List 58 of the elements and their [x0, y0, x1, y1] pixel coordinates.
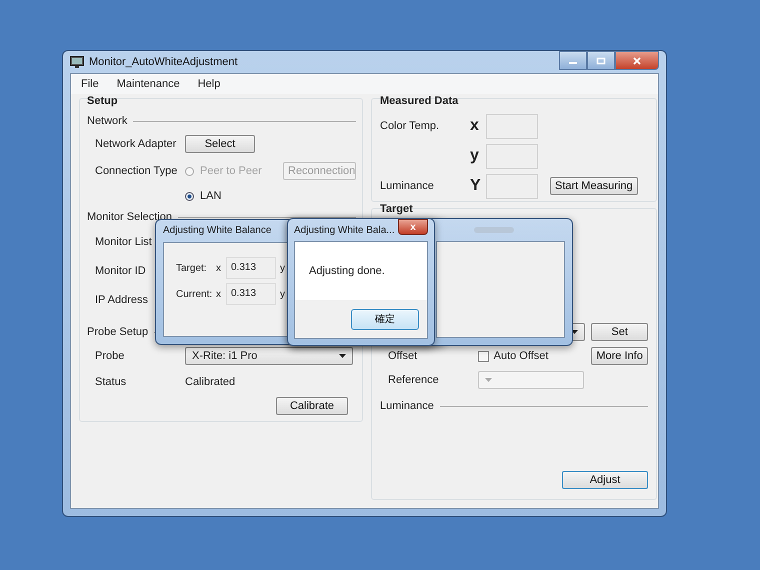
group-title: Measured Data	[380, 95, 460, 109]
message-text: Adjusting done.	[309, 265, 385, 277]
ok-button[interactable]: 確定	[351, 308, 419, 330]
calibrate-button[interactable]: Calibrate	[276, 397, 348, 415]
adjust-button[interactable]: Adjust	[562, 471, 648, 489]
axis-label: x	[470, 117, 480, 135]
menu-item[interactable]: Help	[198, 78, 220, 90]
caret-icon	[485, 378, 492, 382]
dropdown-value: X-Rite: i1 Pro	[192, 350, 258, 362]
field-label: Color Temp.	[380, 120, 440, 132]
select-button[interactable]: Select	[185, 135, 255, 153]
start-measuring-button[interactable]: Start Measuring	[550, 177, 638, 195]
field-label: Reference	[387, 374, 440, 386]
window-title: Monitor_AutoWhiteAdjustment	[89, 56, 238, 68]
dialog-title: Adjusting White Balance	[163, 224, 272, 238]
field-label: Offset	[387, 350, 418, 362]
value-field: 0.313	[226, 257, 276, 279]
auto-offset-checkbox[interactable]: Auto Offset	[478, 350, 584, 362]
maximize-button[interactable]	[587, 51, 615, 70]
axis-label: y	[280, 262, 285, 274]
field-label: Connection Type	[94, 165, 178, 177]
set-button[interactable]: Set	[591, 323, 648, 341]
probe-dropdown[interactable]: X-Rite: i1 Pro	[185, 347, 353, 365]
minimize-button[interactable]	[559, 51, 587, 70]
menu-item[interactable]: Maintenance	[116, 78, 180, 90]
field-label: Status	[94, 376, 128, 388]
axis-label: x	[216, 288, 222, 300]
section-title: Probe Setup	[87, 326, 148, 338]
section-title: Network	[87, 115, 128, 127]
close-button[interactable]	[615, 51, 659, 70]
value-field: 0.313	[226, 283, 276, 305]
monitor-icon	[70, 56, 84, 68]
field-label: Monitor List	[94, 236, 153, 248]
value-field[interactable]	[486, 114, 538, 138]
field-label: Probe	[94, 350, 126, 362]
section-title: Luminance	[380, 400, 434, 412]
value-field[interactable]	[486, 144, 538, 168]
field-label: Network Adapter	[94, 138, 178, 150]
status-value: Calibrated	[185, 376, 236, 388]
dialog-title: Adjusting White Bala...	[294, 224, 395, 236]
field-label: Target:	[176, 262, 208, 274]
close-icon	[632, 56, 642, 64]
menu-item[interactable]: File	[81, 78, 99, 90]
axis-label: x	[216, 262, 222, 274]
caret-icon	[339, 354, 346, 358]
axis-label: y	[470, 147, 480, 165]
axis-label: y	[280, 288, 285, 300]
field-label: Luminance	[380, 180, 435, 192]
value-field[interactable]	[486, 174, 538, 198]
radio-button[interactable]: LAN	[185, 190, 222, 202]
group-title: Target	[380, 203, 414, 217]
more-info-button[interactable]: More Info	[591, 347, 648, 365]
group-title: Setup	[87, 95, 119, 109]
maximize-icon	[596, 56, 606, 64]
reference-dropdown[interactable]	[478, 371, 584, 389]
section-title: Monitor Selection	[87, 211, 172, 223]
field-label: Current:	[176, 288, 214, 300]
axis-label: Y	[470, 177, 482, 195]
